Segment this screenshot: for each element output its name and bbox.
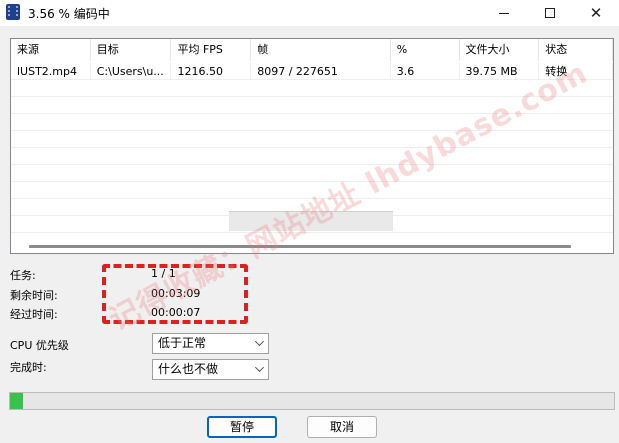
highlight-box bbox=[102, 264, 248, 324]
chevron-down-icon bbox=[255, 337, 264, 346]
title-bar: 3.56 % 编码中 ✕ bbox=[0, 0, 619, 26]
progress-fill bbox=[10, 393, 23, 409]
cell-file-size: 39.75 MB bbox=[460, 63, 540, 80]
remaining-time-label: 剩余时间: bbox=[10, 289, 58, 302]
cell-target: C:\Users\u... bbox=[91, 63, 172, 80]
empty-row bbox=[11, 114, 613, 131]
column-header-percent[interactable]: % bbox=[391, 39, 460, 61]
on-complete-value: 什么也不做 bbox=[158, 362, 219, 376]
empty-row bbox=[11, 97, 613, 114]
cpu-priority-label: CPU 优先级 bbox=[10, 339, 69, 352]
film-icon bbox=[6, 4, 20, 20]
job-list[interactable]: 来源 目标 平均 FPS 帧 % 文件大小 状态 lUST2.mp4 C:\Us… bbox=[10, 38, 614, 254]
column-header-source[interactable]: 来源 bbox=[11, 39, 91, 61]
empty-row bbox=[11, 80, 613, 97]
cpu-priority-select[interactable]: 低于正常 bbox=[152, 333, 269, 354]
horizontal-scrollbar[interactable] bbox=[29, 245, 571, 248]
cell-status: 转换 bbox=[539, 63, 613, 80]
column-header-status[interactable]: 状态 bbox=[539, 39, 613, 61]
window-title: 3.56 % 编码中 bbox=[28, 7, 110, 21]
close-button[interactable]: ✕ bbox=[573, 0, 619, 26]
empty-row bbox=[11, 131, 613, 148]
list-header: 来源 目标 平均 FPS 帧 % 文件大小 状态 bbox=[11, 39, 613, 61]
empty-row bbox=[11, 182, 613, 199]
column-header-target[interactable]: 目标 bbox=[91, 39, 172, 61]
on-complete-select[interactable]: 什么也不做 bbox=[152, 359, 269, 380]
table-row[interactable]: lUST2.mp4 C:\Users\u... 1216.50 8097 / 2… bbox=[11, 63, 613, 80]
pause-button[interactable]: 暂停 bbox=[207, 416, 277, 438]
chevron-down-icon bbox=[255, 363, 264, 372]
encode-progress-bar bbox=[9, 392, 615, 410]
cpu-priority-value: 低于正常 bbox=[158, 336, 207, 350]
empty-row bbox=[11, 148, 613, 165]
empty-row bbox=[11, 165, 613, 182]
minimize-button[interactable] bbox=[481, 0, 527, 26]
elapsed-time-label: 经过时间: bbox=[10, 308, 58, 321]
maximize-button[interactable] bbox=[527, 0, 573, 26]
cancel-button[interactable]: 取消 bbox=[307, 416, 377, 438]
cell-source: lUST2.mp4 bbox=[11, 63, 91, 80]
cell-avg-fps: 1216.50 bbox=[171, 63, 252, 80]
on-complete-label: 完成时: bbox=[10, 361, 47, 374]
horizontal-scrollbar-track[interactable] bbox=[229, 211, 393, 231]
task-label: 任务: bbox=[10, 269, 36, 282]
column-header-avg-fps[interactable]: 平均 FPS bbox=[171, 39, 252, 61]
cell-frames: 8097 / 227651 bbox=[251, 63, 391, 80]
column-header-file-size[interactable]: 文件大小 bbox=[460, 39, 540, 61]
cell-percent: 3.6 bbox=[391, 63, 460, 80]
minimize-icon bbox=[499, 12, 509, 14]
column-header-frames[interactable]: 帧 bbox=[251, 39, 391, 61]
close-icon: ✕ bbox=[589, 4, 603, 22]
maximize-icon bbox=[545, 8, 555, 18]
